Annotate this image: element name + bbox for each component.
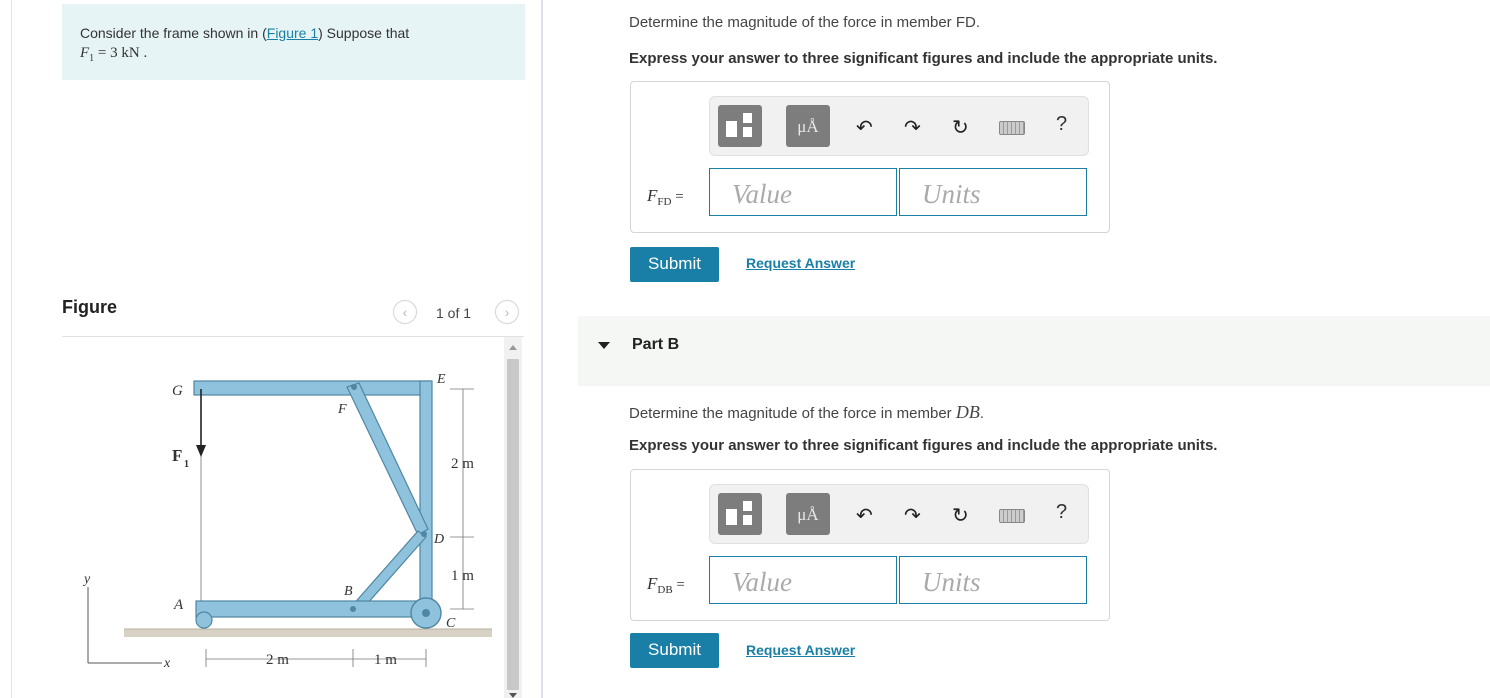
part-a-math-toolbar: μÅ ↶ ↷ ↻ ? [709, 96, 1089, 156]
figure-title: Figure [62, 297, 118, 317]
template-square-icon [726, 509, 737, 525]
part-b-variable-label: FDB = [647, 574, 685, 596]
scroll-thumb[interactable] [507, 359, 519, 690]
part-b-question-text: Determine the magnitude of the force in … [629, 405, 956, 422]
label-force-sub: 1 [184, 459, 189, 470]
problem-text: Consider the frame shown in (Figure 1) S… [80, 24, 409, 68]
redo-icon[interactable]: ↷ [904, 503, 921, 528]
template-square-icon [743, 501, 752, 511]
template-square-icon [743, 113, 752, 123]
keyboard-icon[interactable] [999, 509, 1025, 523]
scroll-down-icon[interactable] [509, 693, 517, 698]
label-a: A [173, 597, 184, 613]
template-square-icon [743, 515, 752, 525]
figure-link[interactable]: Figure 1 [267, 25, 318, 41]
force-expression: F1 = 3 kN . [80, 45, 148, 64]
member-ge [193, 380, 431, 396]
part-a-submit-button[interactable]: Submit [630, 247, 719, 282]
page-left-border [11, 0, 12, 698]
part-b-title: Part B [632, 336, 680, 353]
member-ac [195, 600, 433, 618]
member-ec [419, 380, 433, 618]
figure-pager: 1 of 1 [436, 305, 472, 321]
frame-figure: G F E D B A C F 1 2 m 1 m 2 m 1 m y x [82, 372, 492, 671]
part-a-instruction: Express your answer to three significant… [629, 50, 1218, 67]
reset-icon[interactable]: ↻ [952, 115, 969, 140]
reset-icon[interactable]: ↻ [952, 503, 969, 528]
chevron-left-icon: ‹ [402, 304, 408, 320]
help-icon[interactable]: ? [1056, 501, 1067, 524]
part-b-request-answer-link[interactable]: Request Answer [746, 642, 855, 658]
units-button[interactable]: μÅ [786, 493, 830, 535]
part-b-value-input[interactable]: Value [709, 556, 897, 604]
template-square-icon [743, 127, 752, 137]
chevron-right-icon: › [504, 304, 510, 320]
next-figure-button[interactable]: › [495, 300, 519, 324]
figure-scrollbar[interactable] [504, 337, 522, 698]
prev-figure-button[interactable]: ‹ [393, 300, 417, 324]
part-a-question: Determine the magnitude of the force in … [629, 14, 980, 31]
templates-button[interactable] [718, 493, 762, 535]
undo-icon[interactable]: ↶ [856, 115, 873, 140]
pin-f [351, 384, 357, 390]
caret-down-icon[interactable] [598, 342, 610, 349]
label-f: F [337, 402, 347, 417]
part-b-units-input[interactable]: Units [899, 556, 1087, 604]
label-g: G [172, 383, 183, 399]
templates-button[interactable] [718, 105, 762, 147]
part-b-member: DB [955, 402, 980, 422]
scroll-up-icon[interactable] [509, 345, 517, 350]
pin-a [195, 611, 213, 629]
template-square-icon [726, 121, 737, 137]
problem-text-end: ) Suppose that [318, 25, 410, 41]
force-arrow-head [196, 445, 206, 457]
label-dim-1m-vertical: 1 m [451, 568, 474, 584]
label-force: F [172, 446, 182, 465]
part-b-submit-button[interactable]: Submit [630, 633, 719, 668]
roller-c-center [422, 609, 430, 617]
part-a-value-input[interactable]: Value [709, 168, 897, 216]
units-button[interactable]: μÅ [786, 105, 830, 147]
part-b-question-end: . [979, 405, 985, 422]
part-a-request-answer-link[interactable]: Request Answer [746, 255, 855, 271]
undo-icon[interactable]: ↶ [856, 503, 873, 528]
part-b-answer-box: μÅ ↶ ↷ ↻ ? FDB = Value Units [630, 469, 1110, 621]
pin-b [350, 606, 356, 612]
part-b-math-toolbar: μÅ ↶ ↷ ↻ ? [709, 484, 1089, 544]
pin-d [421, 531, 427, 537]
label-e: E [436, 372, 446, 387]
help-icon[interactable]: ? [1056, 113, 1067, 136]
member-fd [346, 382, 429, 536]
keyboard-icon[interactable] [999, 121, 1025, 135]
label-c: C [446, 616, 456, 631]
part-b-instruction: Express your answer to three significant… [629, 437, 1218, 454]
part-a-units-input[interactable]: Units [899, 168, 1087, 216]
label-dim-1m-horizontal: 1 m [374, 652, 397, 668]
problem-text-start: Consider the frame shown in ( [80, 25, 267, 41]
part-b-question: Determine the magnitude of the force in … [629, 402, 984, 423]
label-dim-2m-horizontal: 2 m [266, 652, 289, 668]
label-b: B [344, 584, 353, 599]
part-a-variable-label: FFD = [647, 186, 684, 208]
label-dim-2m-vertical: 2 m [451, 456, 474, 472]
part-a-answer-box: μÅ ↶ ↷ ↻ ? FFD = Value Units [630, 81, 1110, 233]
label-axis-x: x [163, 656, 171, 671]
pane-divider[interactable] [541, 0, 543, 698]
redo-icon[interactable]: ↷ [904, 115, 921, 140]
part-b-header[interactable]: Part B [578, 316, 1490, 386]
problem-statement: Consider the frame shown in (Figure 1) S… [62, 4, 525, 80]
label-axis-y: y [82, 572, 91, 587]
label-d: D [433, 532, 444, 547]
ground-surface [124, 629, 492, 637]
